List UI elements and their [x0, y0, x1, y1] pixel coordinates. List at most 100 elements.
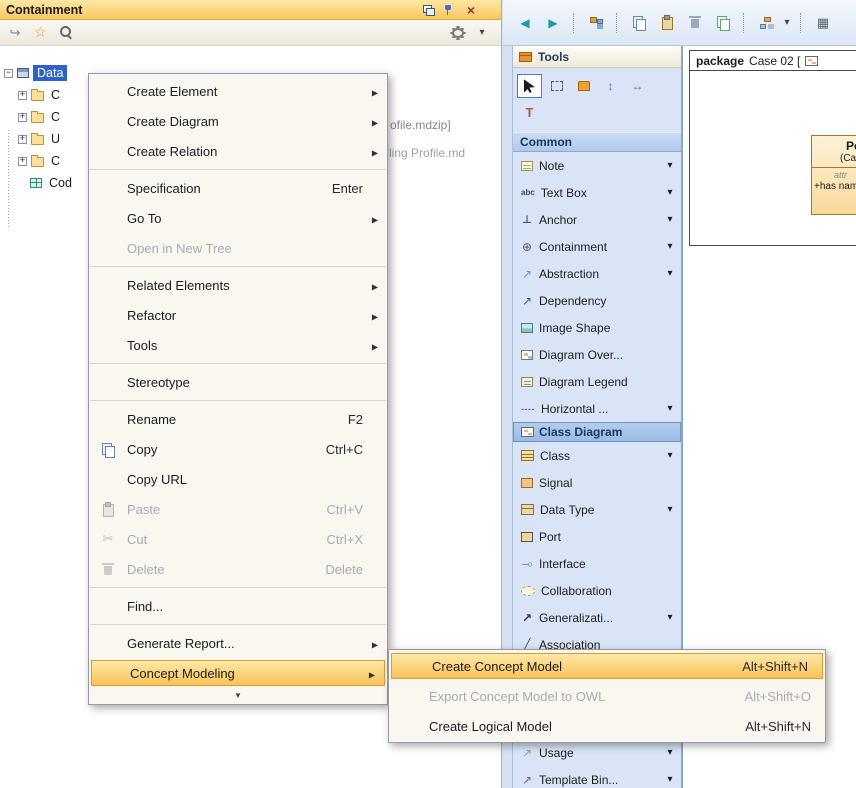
dropdown-arrow-icon[interactable] [663, 241, 677, 252]
toolbox-item-class[interactable]: Class [513, 442, 681, 469]
tree-item[interactable]: Cod [46, 175, 75, 191]
menu-item-paste[interactable]: PasteCtrl+V [89, 494, 387, 524]
section-header-common[interactable]: Common [513, 132, 681, 152]
toolbox-item-horizontal-separator[interactable]: Horizontal ... [513, 395, 681, 422]
grid-button[interactable] [811, 11, 835, 35]
menu-item-delete[interactable]: DeleteDelete [89, 554, 387, 584]
expander-icon[interactable] [18, 91, 27, 100]
pin-icon[interactable] [444, 4, 456, 16]
menu-item-stereotype[interactable]: Stereotype [89, 367, 387, 397]
tree-item[interactable]: C [48, 87, 63, 103]
folder-icon [31, 135, 44, 145]
diagrams-button[interactable] [754, 11, 778, 35]
tree-item[interactable]: U [48, 131, 63, 147]
expander-icon[interactable] [18, 113, 27, 122]
menu-item-tools[interactable]: Tools [89, 330, 387, 360]
menu-item-copy-url[interactable]: Copy URL [89, 464, 387, 494]
settings-dropdown-icon[interactable] [477, 27, 487, 38]
toolbox-item-generalization[interactable]: Generalizati... [513, 604, 681, 631]
menu-item-related-elements[interactable]: Related Elements [89, 270, 387, 300]
tree-item-data[interactable]: Data [33, 65, 67, 81]
toolbox-item-interface[interactable]: Interface [513, 550, 681, 577]
menu-item-specification[interactable]: SpecificationEnter [89, 173, 387, 203]
distribute-tool-button[interactable] [625, 74, 650, 98]
dropdown-arrow-icon[interactable] [663, 504, 677, 515]
menu-item-go-to[interactable]: Go To [89, 203, 387, 233]
toolbar-separator [573, 13, 576, 33]
menu-item-create-element[interactable]: Create Element [89, 76, 387, 106]
menu-item-create-relation[interactable]: Create Relation [89, 136, 387, 166]
back-button[interactable] [513, 11, 537, 35]
close-icon[interactable] [465, 3, 477, 17]
expander-icon[interactable] [18, 157, 27, 166]
port-icon [521, 532, 533, 542]
float-window-icon[interactable] [423, 5, 435, 15]
containment-tree-button[interactable] [584, 11, 608, 35]
toolbox-item-template-binding[interactable]: Template Bin... [513, 766, 681, 788]
dropdown-arrow-icon[interactable] [663, 214, 677, 225]
settings-gear-icon[interactable] [452, 28, 464, 38]
class-icon [521, 450, 534, 461]
toolbox-item-anchor[interactable]: Anchor [513, 206, 681, 233]
toolbox-item-image-shape[interactable]: Image Shape [513, 314, 681, 341]
toolbox-item-port[interactable]: Port [513, 523, 681, 550]
dropdown-arrow-icon[interactable] [663, 187, 677, 198]
menu-item-copy[interactable]: CopyCtrl+C [89, 434, 387, 464]
dropdown-arrow-icon[interactable] [663, 160, 677, 171]
toolbox-item-signal[interactable]: Signal [513, 469, 681, 496]
search-icon[interactable] [60, 26, 73, 39]
dropdown-arrow-icon[interactable] [663, 268, 677, 279]
menu-item-create-logical-model[interactable]: Create Logical ModelAlt+Shift+N [389, 711, 825, 741]
menu-item-create-diagram[interactable]: Create Diagram [89, 106, 387, 136]
submenu-arrow-icon [372, 278, 378, 293]
menu-item-concept-modeling[interactable]: Concept Modeling [91, 660, 385, 686]
toolbox-item-text-box[interactable]: Text Box [513, 179, 681, 206]
sticky-tool-button[interactable] [571, 74, 596, 98]
toolbox-item-containment[interactable]: Containment [513, 233, 681, 260]
toolbox-item-data-type[interactable]: Data Type [513, 496, 681, 523]
tree-item[interactable]: C [48, 109, 63, 125]
dropdown-arrow-icon[interactable] [782, 17, 792, 28]
menu-item-create-concept-model[interactable]: Create Concept ModelAlt+Shift+N [391, 653, 823, 679]
toolbox-item-diagram-legend[interactable]: Diagram Legend [513, 368, 681, 395]
navigate-icon[interactable] [9, 25, 21, 41]
scroll-down-indicator[interactable] [89, 688, 387, 702]
toolbox-item-usage[interactable]: Usage [513, 739, 681, 766]
section-header-class-diagram[interactable]: Class Diagram [513, 422, 681, 442]
clone-button[interactable] [711, 11, 735, 35]
text-tool-button[interactable] [517, 100, 542, 124]
expander-icon[interactable] [18, 135, 27, 144]
expander-icon[interactable] [4, 69, 13, 78]
toolbox-item-abstraction[interactable]: Abstraction [513, 260, 681, 287]
tools-section-header[interactable]: Tools [513, 46, 681, 68]
menu-item-find[interactable]: Find... [89, 591, 387, 621]
class-shape[interactable]: Pe (Ca attr +has name [811, 135, 856, 215]
paste-button[interactable] [655, 11, 679, 35]
dropdown-arrow-icon[interactable] [663, 612, 677, 623]
image-shape-icon [521, 323, 533, 333]
forward-button[interactable] [541, 11, 565, 35]
dropdown-arrow-icon[interactable] [663, 403, 677, 414]
dropdown-arrow-icon[interactable] [663, 747, 677, 758]
menu-item-cut[interactable]: CutCtrl+X [89, 524, 387, 554]
toolbox-item-note[interactable]: Note [513, 152, 681, 179]
copy-button[interactable] [627, 11, 651, 35]
menu-item-generate-report[interactable]: Generate Report... [89, 628, 387, 658]
delete-button[interactable] [683, 11, 707, 35]
menu-item-export-concept-model-to-owl[interactable]: Export Concept Model to OWLAlt+Shift+O [389, 681, 825, 711]
dropdown-arrow-icon[interactable] [663, 450, 677, 461]
tree-item[interactable]: C [48, 153, 63, 169]
toolbox-item-diagram-overview[interactable]: Diagram Over... [513, 341, 681, 368]
horizontal-separator-icon [521, 404, 535, 414]
menu-item-refactor[interactable]: Refactor [89, 300, 387, 330]
favorites-icon[interactable] [34, 24, 47, 41]
dependency-icon [521, 294, 533, 308]
toolbox-item-dependency[interactable]: Dependency [513, 287, 681, 314]
align-tool-button[interactable] [598, 74, 623, 98]
dropdown-arrow-icon[interactable] [663, 774, 677, 785]
menu-item-open-in-new-tree[interactable]: Open in New Tree [89, 233, 387, 263]
selection-tool-button[interactable] [517, 74, 542, 98]
menu-item-rename[interactable]: RenameF2 [89, 404, 387, 434]
box-selection-tool-button[interactable] [544, 74, 569, 98]
toolbox-item-collaboration[interactable]: Collaboration [513, 577, 681, 604]
